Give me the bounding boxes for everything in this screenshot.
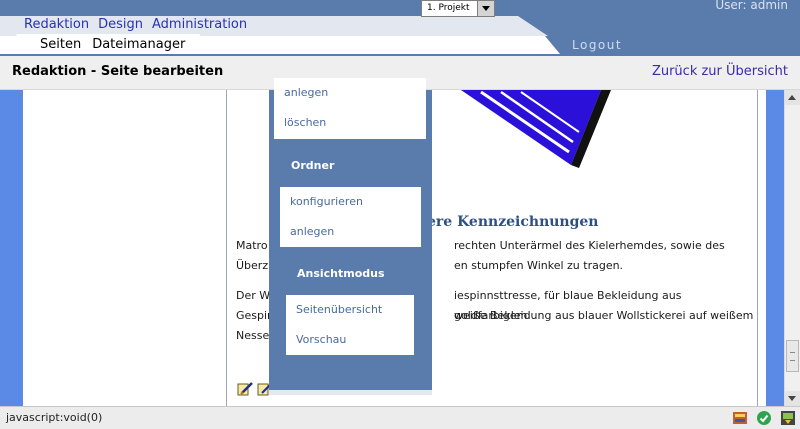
- security-shield-icon[interactable]: [732, 410, 748, 426]
- subnav-seiten[interactable]: Seiten: [40, 37, 81, 52]
- user-label: User: admin: [715, 0, 788, 12]
- document-heading: ere Kennzeichnungen: [427, 214, 599, 230]
- menu-heading-ansichtmodus: Ansichtmodus: [297, 267, 385, 280]
- download-status-icon[interactable]: [780, 410, 796, 426]
- menu-item-ordner-anlegen[interactable]: anlegen: [280, 217, 421, 247]
- para1-left-1: Matro: [236, 239, 268, 252]
- menu-item-seitenuebersicht[interactable]: Seitenübersicht: [286, 295, 414, 325]
- nav-design[interactable]: Design: [98, 17, 143, 32]
- menu-footer: [269, 390, 432, 395]
- chevron-down-icon[interactable]: [477, 1, 494, 16]
- menu-item-page-loeschen[interactable]: löschen: [274, 108, 426, 138]
- menu-group-ordner: konfigurieren anlegen: [280, 187, 421, 247]
- flag-illustration: [461, 90, 611, 168]
- subnav-dateimanager[interactable]: Dateimanager: [92, 37, 185, 52]
- project-select-value: 1. Projekt: [427, 3, 470, 13]
- menu-item-vorschau[interactable]: Vorschau: [286, 325, 414, 355]
- para1-left-2: Überz: [236, 259, 269, 272]
- scroll-up-arrow-icon[interactable]: [785, 90, 800, 105]
- para2-left-1: Der W: [236, 289, 271, 302]
- main-nav: Redaktion Design Administration: [24, 17, 247, 32]
- scroll-thumb[interactable]: [786, 340, 799, 372]
- nav-administration[interactable]: Administration: [152, 17, 247, 32]
- status-icons: [732, 410, 796, 426]
- para1-right-2: en stumpfen Winkel zu tragen.: [454, 259, 624, 272]
- project-select[interactable]: 1. Projekt: [421, 0, 495, 17]
- menu-group-page: anlegen löschen: [274, 78, 426, 139]
- check-circle-icon[interactable]: [756, 410, 772, 426]
- right-side-stripe: [766, 90, 784, 406]
- menu-group-ansichtmodus: Seitenübersicht Vorschau: [286, 295, 414, 355]
- header-band: Redaktion Design Administration Seiten D…: [0, 0, 800, 56]
- edit-toolbar: [237, 382, 273, 396]
- edit-pencil-icon[interactable]: [237, 382, 253, 396]
- status-bar: javascript:void(0): [0, 406, 800, 429]
- menu-heading-ordner: Ordner: [291, 159, 335, 172]
- vertical-scrollbar[interactable]: [784, 90, 800, 406]
- page-title: Redaktion - Seite bearbeiten: [12, 64, 224, 79]
- logout-link[interactable]: Logout: [572, 38, 622, 52]
- context-menu: anlegen löschen Ordner konfigurieren anl…: [269, 78, 432, 390]
- left-side-stripe: [0, 90, 23, 406]
- para2-right-2: weiße Bekleidung aus blauer Wollstickere…: [454, 309, 754, 322]
- back-to-overview-link[interactable]: Zurück zur Übersicht: [652, 64, 788, 79]
- nav-redaktion[interactable]: Redaktion: [24, 17, 89, 32]
- scroll-down-arrow-icon[interactable]: [785, 391, 800, 406]
- menu-item-ordner-konfigurieren[interactable]: konfigurieren: [280, 187, 421, 217]
- sub-nav: Seiten Dateimanager: [40, 37, 185, 52]
- para2-left-3: Nesse: [236, 329, 270, 342]
- para1-right-1: rechten Unterärmel des Kielerhemdes, sow…: [454, 239, 725, 252]
- status-text: javascript:void(0): [6, 411, 103, 424]
- menu-item-page-anlegen[interactable]: anlegen: [274, 78, 426, 108]
